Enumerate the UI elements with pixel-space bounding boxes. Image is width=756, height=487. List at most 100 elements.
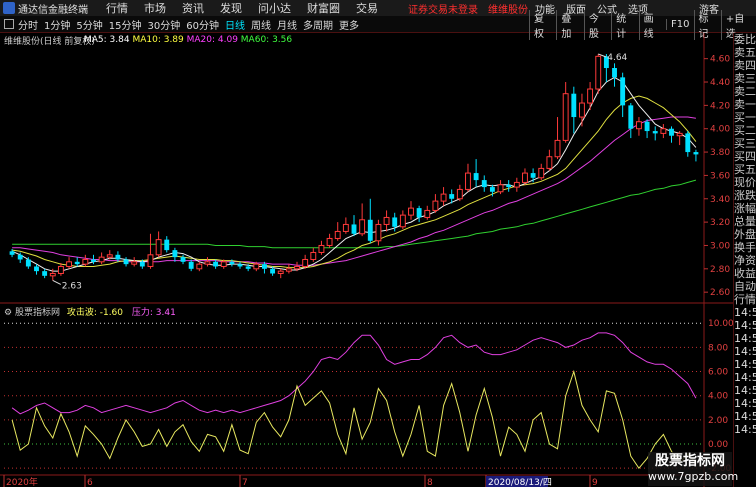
period-tab-10[interactable]: 更多: [339, 17, 359, 32]
panel-label-11: 现价: [734, 176, 756, 189]
panel-label-30: 14:5: [734, 423, 756, 436]
period-tab-8[interactable]: 月线: [277, 17, 297, 32]
candle-body-down: [392, 217, 398, 227]
period-tab-2[interactable]: 5分钟: [76, 17, 102, 32]
watermark: 股票指标网 www.7gpzb.com: [648, 452, 738, 486]
panel-label-1: 卖五: [734, 46, 756, 59]
candle-body-down: [164, 239, 170, 251]
candle-body-up: [98, 256, 105, 263]
candle-body-up: [294, 265, 300, 270]
price-axis-label-0: 4.60: [710, 55, 730, 65]
indicator-name: 股票指标网: [14, 308, 60, 318]
ind-axis-label-5: 0.00: [708, 440, 728, 450]
kline-chart[interactable]: 4.60 4.40 4.20 4.00 3.80 3.60 3.40 3.20 3.00 2.80…: [0, 33, 733, 487]
panel-label-17: 净资: [734, 254, 756, 267]
candle-body-up: [375, 223, 382, 242]
candle-body-up: [595, 55, 602, 90]
period-tab-9[interactable]: 多周期: [303, 17, 333, 32]
period-tab-6[interactable]: 日线: [225, 17, 245, 32]
candle-body-down: [237, 264, 243, 267]
panel-label-4: 卖二: [734, 85, 756, 98]
period-tab-5[interactable]: 60分钟: [186, 17, 219, 32]
panel-label-27: 14:5: [734, 384, 756, 397]
candle-body-up: [277, 270, 284, 274]
low-pointer: [52, 280, 62, 285]
date-label-5: 9: [592, 478, 598, 487]
menu-item-news[interactable]: 资讯: [182, 0, 204, 16]
panel-label-15: 外盘: [734, 228, 756, 241]
panel-label-9: 买四: [734, 150, 756, 163]
candle-body-up: [147, 254, 154, 267]
menu-item-ask[interactable]: 问小达: [258, 0, 291, 16]
panel-label-29: 14:5: [734, 410, 756, 423]
stock-name-link[interactable]: 维维股份: [488, 1, 528, 16]
chart-tools: 复权叠加今股统计画线F10标记+自选: [529, 9, 756, 40]
panel-label-26: 14:5: [734, 371, 756, 384]
date-label-2: 7: [242, 478, 248, 487]
panel-label-16: 换手: [734, 241, 756, 254]
candle-body-up: [334, 230, 341, 239]
ma10-line: [12, 95, 697, 269]
indicator-title: ⚙ 股票指标网 攻击波: -1.60 压力: 3.41: [4, 305, 176, 318]
candle-body-up: [465, 172, 471, 190]
ma5-line: [11, 76, 697, 272]
menu-item-trade[interactable]: 交易: [356, 0, 378, 16]
candle-body-down: [74, 261, 80, 265]
panel-label-13: 涨幅: [734, 202, 756, 215]
price-axis-label-3: 4.00: [710, 125, 730, 135]
candle-body-up: [310, 251, 317, 260]
watermark-title: 股票指标网: [655, 453, 725, 469]
trade-login-link[interactable]: 证券交易未登录: [408, 1, 478, 16]
candle-body-up: [513, 181, 520, 188]
menu-item-market[interactable]: 市场: [144, 0, 166, 16]
price-axis-label-5: 3.60: [710, 171, 730, 181]
candle-body-down: [693, 152, 699, 155]
menu-item-wealth[interactable]: 财富圈: [307, 0, 340, 16]
price-axis-label-4: 3.80: [710, 148, 730, 158]
candle-body-up: [204, 261, 211, 265]
panel-label-10: 买五: [734, 163, 756, 176]
candle-body-up: [285, 268, 292, 272]
panel-label-28: 14:5: [734, 397, 756, 410]
candle-body-down: [229, 261, 235, 265]
period-tab-4[interactable]: 30分钟: [147, 17, 180, 32]
indicator-attack-value: 攻击波: -1.60: [66, 308, 124, 318]
candle-body-up: [196, 263, 203, 270]
candle-body-up: [326, 237, 333, 246]
period-tab-3[interactable]: 15分钟: [109, 17, 142, 32]
candle-body-down: [644, 121, 650, 132]
period-tabs: 分时 1分钟 5分钟 15分钟 30分钟 60分钟 日线 周线 月线 多周期 更多: [18, 17, 359, 32]
period-tab-7[interactable]: 周线: [251, 17, 271, 32]
panel-label-0: 委比: [734, 33, 756, 46]
candle-body-up: [546, 156, 553, 169]
candle-body-down: [123, 259, 129, 265]
ind-axis-label-4: 2.00: [708, 416, 728, 426]
price-axis-label-7: 3.20: [710, 218, 730, 228]
candle-body-up: [522, 172, 528, 183]
candle-body-up: [131, 261, 138, 265]
candle-body-up: [359, 219, 366, 235]
candle-body-down: [628, 105, 634, 129]
top-links: 证券交易未登录 维维股份: [408, 1, 528, 16]
period-tab-1[interactable]: 1分钟: [44, 17, 70, 32]
date-label-3: 8: [427, 478, 433, 487]
candle-body-down: [9, 251, 15, 255]
candle-body-up: [497, 184, 504, 193]
candle-body-down: [367, 219, 373, 241]
panel-label-12: 涨跌: [734, 189, 756, 202]
tool-button-5[interactable]: F10: [666, 19, 693, 30]
menu-item-discover[interactable]: 发现: [220, 0, 242, 16]
panel-label-24: 14:5: [734, 345, 756, 358]
indicator-settings-icon[interactable]: ⚙: [4, 308, 15, 318]
candle-body-down: [473, 173, 479, 181]
candle-body-down: [213, 261, 219, 267]
menu-item-quotes[interactable]: 行情: [106, 0, 128, 16]
ind-axis-label-0: 10.00: [708, 319, 733, 329]
layout-toggle-icon[interactable]: [4, 19, 14, 29]
price-axis-label-10: 2.60: [710, 288, 730, 298]
period-tab-0[interactable]: 分时: [18, 17, 38, 32]
date-label-4: 2020/08/13/四: [488, 478, 552, 487]
candle-body-down: [685, 133, 691, 153]
candle-body-up: [399, 214, 406, 228]
price-axis-label-6: 3.40: [710, 195, 730, 205]
